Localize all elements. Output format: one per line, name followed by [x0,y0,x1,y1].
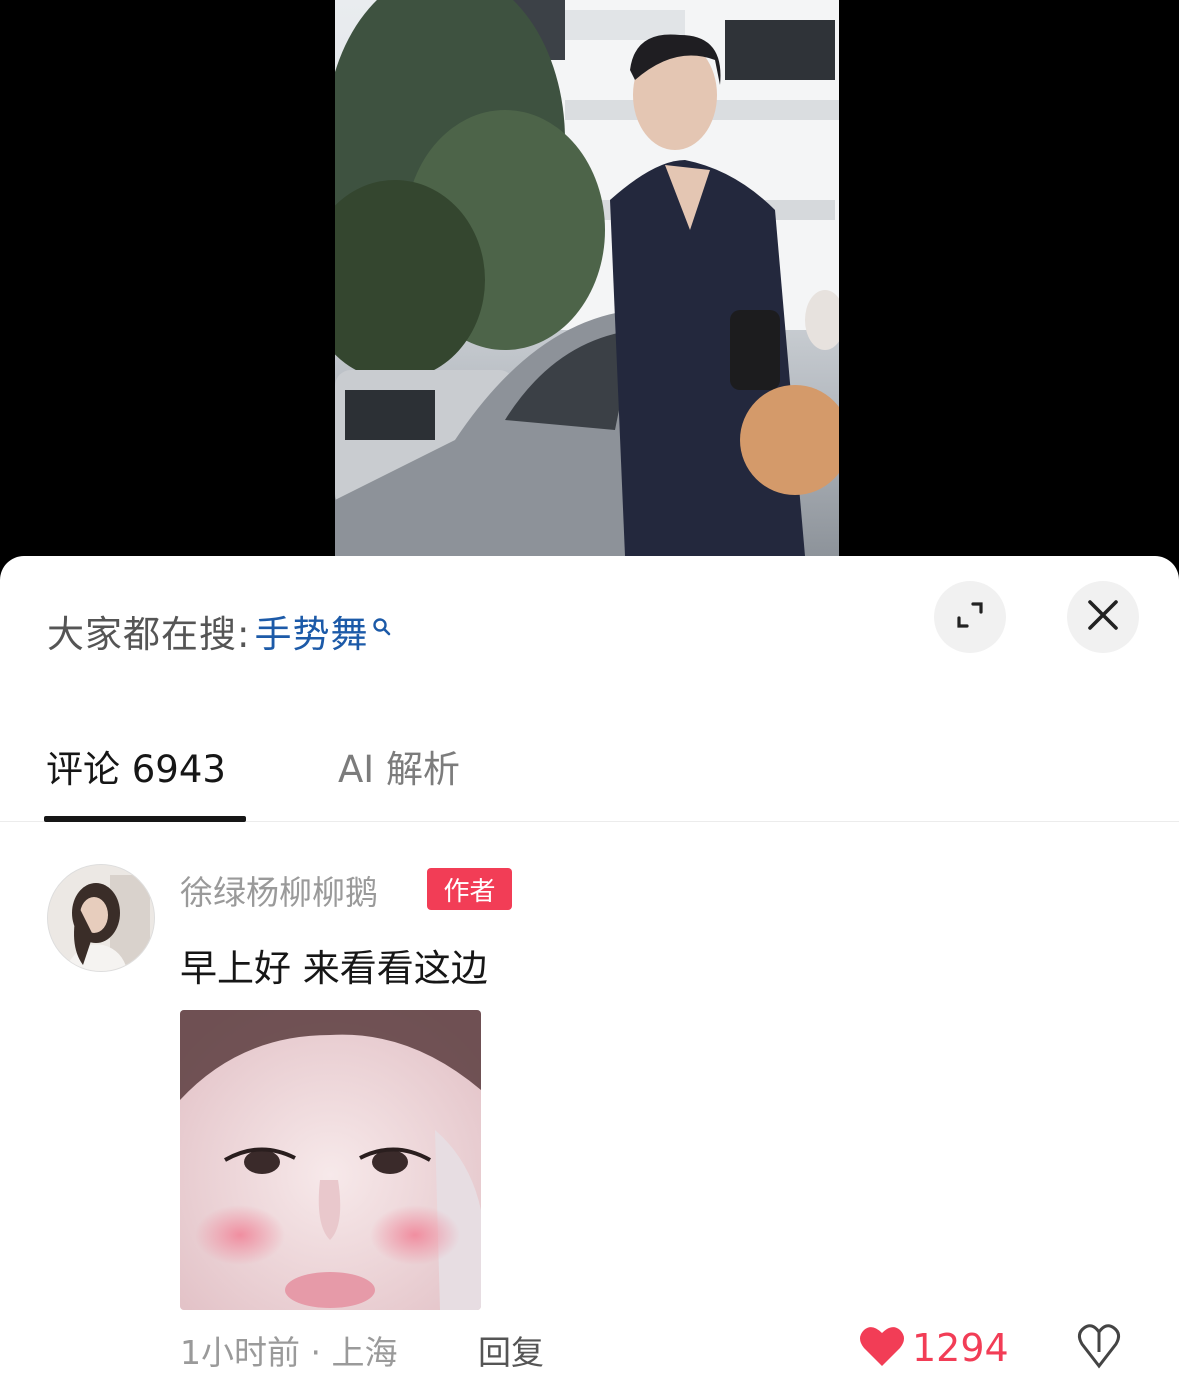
avatar[interactable] [47,864,155,972]
comment-username[interactable]: 徐绿杨柳柳鹅 [180,866,378,914]
search-icon [372,603,392,646]
dislike-button[interactable] [1074,1322,1124,1376]
tab-bar: 评论 6943 AI 解析 [0,711,1179,822]
tab-ai-analysis[interactable]: AI 解析 [338,739,460,793]
active-tab-indicator [44,816,246,822]
author-badge: 作者 [427,868,512,910]
reply-button[interactable]: 回复 [478,1326,544,1374]
search-suggestion[interactable]: 大家都在搜: 手势舞 [47,606,392,656]
comment-sticker-image[interactable] [180,1010,481,1310]
close-icon [1086,598,1120,636]
comment-meta: 1小时前 · 上海 [180,1333,398,1372]
video-player[interactable] [0,0,1179,600]
close-button[interactable] [1067,581,1139,653]
search-suggestion-term[interactable]: 手势舞 [254,604,368,658]
tab-comments[interactable]: 评论 6943 [46,739,226,793]
dislike-icon [1074,1324,1124,1376]
video-thumbnail-image [335,0,839,556]
like-button[interactable]: 1294 [858,1324,1009,1372]
expand-icon [953,598,987,636]
search-suggestion-prefix: 大家都在搜: [47,613,251,656]
comment-sheet: 大家都在搜: 手势舞 评论 6943 AI 解析 徐绿杨柳柳鹅 作者 早上好 来… [0,556,1179,1400]
video-frame[interactable] [335,0,839,556]
like-count: 1294 [912,1326,1009,1370]
comment-text: 早上好 来看看这边 [180,947,488,990]
expand-button[interactable] [934,581,1006,653]
heart-icon [858,1324,906,1372]
comment-item: 徐绿杨柳柳鹅 作者 早上好 来看看这边 1小时前 · 上海 回复 1294 [0,856,1179,1400]
